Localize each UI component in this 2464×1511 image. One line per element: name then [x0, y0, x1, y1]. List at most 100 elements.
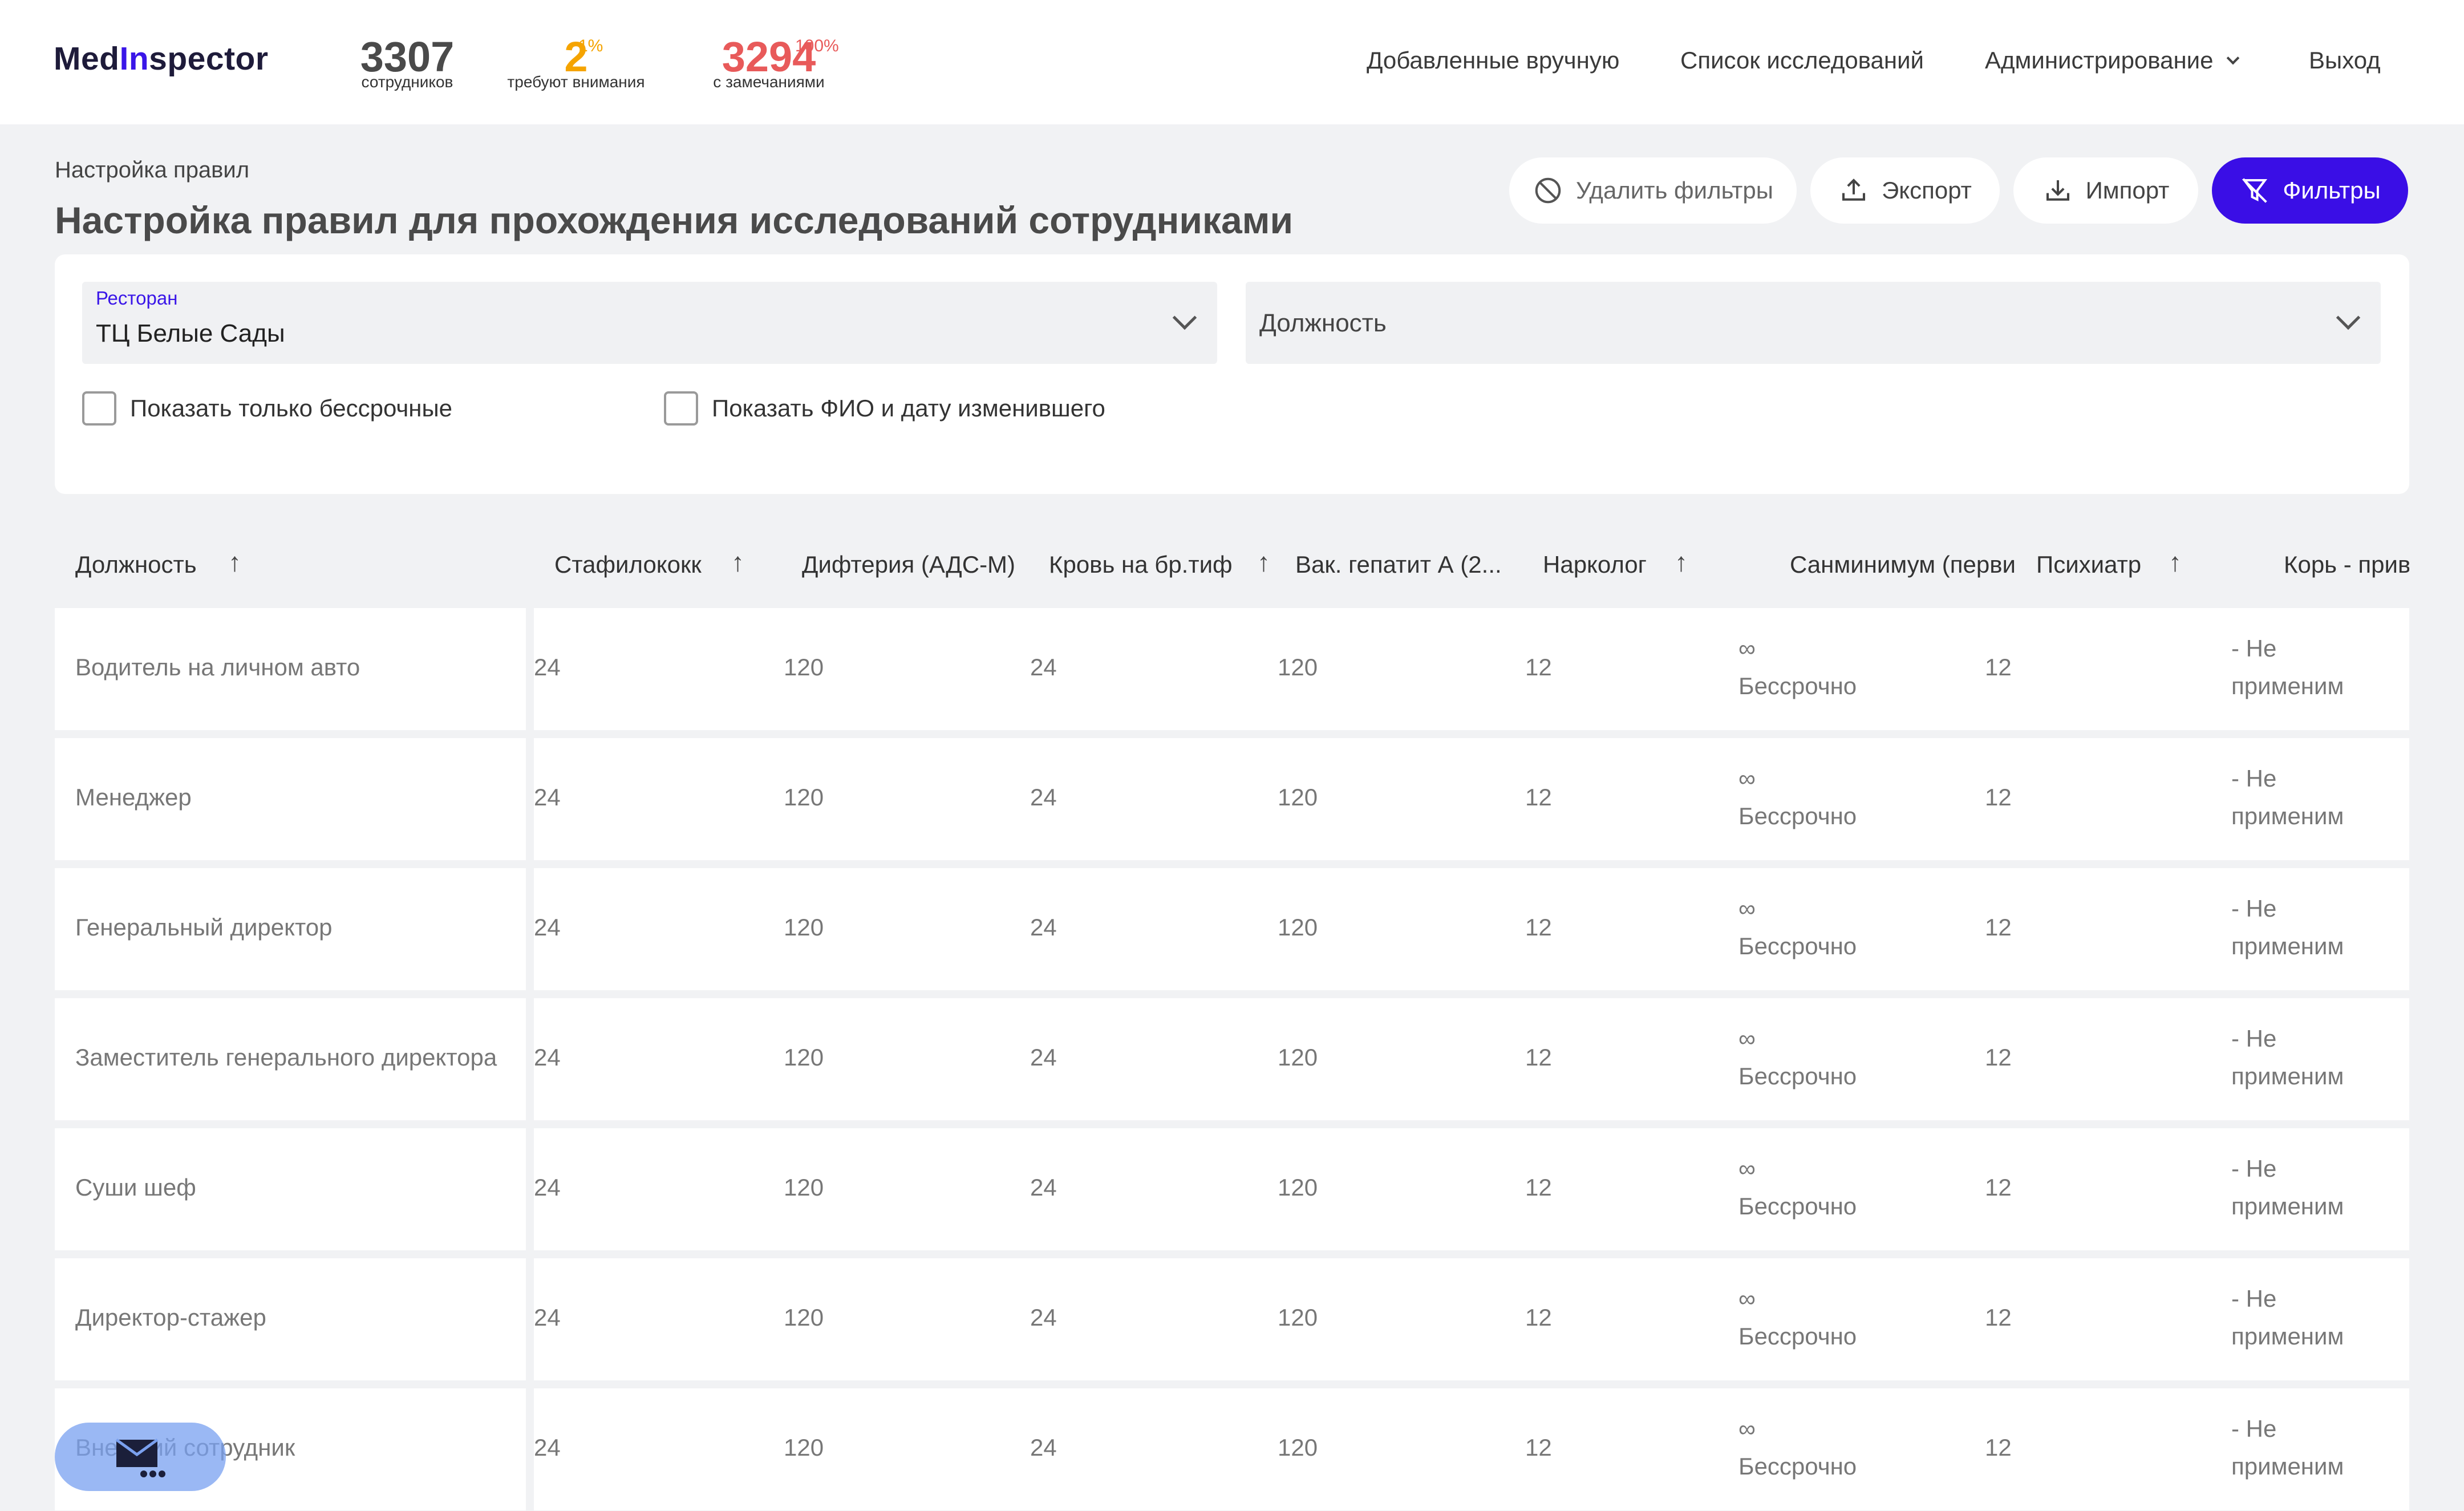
period-value[interactable]: 120	[784, 654, 824, 681]
logo[interactable]: MedInspector	[54, 40, 269, 78]
unlimited-text[interactable]: Бессрочно	[1738, 1188, 1857, 1225]
show-editor-checkbox[interactable]: Показать ФИО и дату изменившего	[664, 391, 1105, 426]
unlimited-text[interactable]: Бессрочно	[1738, 1318, 1857, 1355]
period-value[interactable]: 120	[1278, 784, 1318, 811]
support-chat-button[interactable]	[55, 1423, 226, 1491]
period-value[interactable]: 24	[1030, 784, 1057, 811]
stat-attention[interactable]: 2 1% требуют внимания	[497, 33, 655, 90]
column-header[interactable]: Санминимум (перви	[1790, 551, 2017, 578]
period-value[interactable]: 24	[534, 1434, 561, 1461]
period-value[interactable]: 12	[1985, 654, 2012, 681]
unlimited-text[interactable]: Бессрочно	[1738, 927, 1857, 965]
period-value[interactable]: 12	[1525, 784, 1552, 811]
restaurant-select[interactable]: Ресторан ТЦ Белые Сады	[82, 282, 1217, 364]
period-value[interactable]: 120	[1278, 1174, 1318, 1201]
nav-manual[interactable]: Добавленные вручную	[1367, 47, 1619, 74]
table-row[interactable]: Менеджер 24 120 24 120 12 ∞ Бессрочно 12 - Не прим…	[55, 738, 2409, 860]
period-value[interactable]: 12	[1525, 654, 1552, 681]
sort-arrow-icon[interactable]: ↑	[1257, 546, 1270, 577]
unlimited-text[interactable]: Бессрочно	[1738, 797, 1857, 835]
na-text[interactable]: применим	[2231, 927, 2344, 965]
period-value[interactable]: 24	[534, 1304, 561, 1331]
nav-admin[interactable]: Администрирование	[1985, 47, 2239, 74]
na-text[interactable]: применим	[2231, 797, 2344, 835]
period-value[interactable]: 120	[784, 1434, 824, 1461]
period-value[interactable]: 24	[1030, 1044, 1057, 1071]
column-header[interactable]: Корь - прив	[2284, 551, 2409, 578]
na-text[interactable]: применим	[2231, 1318, 2344, 1355]
period-value[interactable]: 120	[1278, 914, 1318, 941]
period-value[interactable]: 120	[1278, 1044, 1318, 1071]
period-value[interactable]: 24	[1030, 1174, 1057, 1201]
filters-button[interactable]: Фильтры	[2212, 157, 2408, 224]
na-text[interactable]: применим	[2231, 1058, 2344, 1095]
table-row[interactable]: Внешний сотрудник241202412012∞Бессрочно1…	[55, 1388, 2409, 1510]
period-value[interactable]: 24	[534, 784, 561, 811]
period-value[interactable]: 120	[784, 914, 824, 941]
import-button[interactable]: Импорт	[2013, 157, 2198, 224]
column-header[interactable]: Психиатр	[2036, 551, 2150, 578]
table-row[interactable]: Водитель на личном авто 24 120 24 120 12 ∞ Бесс…	[55, 608, 2409, 730]
period-value[interactable]: 12	[1985, 914, 2012, 941]
period-value[interactable]: 12	[1985, 1304, 2012, 1331]
period-value[interactable]: 120	[784, 1304, 824, 1331]
sort-arrow-icon[interactable]: ↑	[2169, 546, 2182, 577]
column-header[interactable]: Вак. гепатит А (2...	[1295, 551, 1506, 578]
na-text[interactable]: применим	[2231, 1448, 2344, 1485]
column-header[interactable]: Стафилококк	[554, 551, 726, 578]
column-header[interactable]: Кровь на бр.тиф	[1049, 551, 1237, 578]
period-value[interactable]: 12	[1525, 1174, 1552, 1201]
position-select[interactable]: Должность	[1246, 282, 2381, 364]
period-value[interactable]: 120	[1278, 654, 1318, 681]
export-button[interactable]: Экспорт	[1810, 157, 2000, 224]
period-value[interactable]: 12	[1525, 914, 1552, 941]
na-text[interactable]: применим	[2231, 667, 2344, 705]
sort-arrow-icon[interactable]: ↑	[228, 546, 241, 577]
period-value[interactable]: 24	[1030, 914, 1057, 941]
table-row[interactable]: Генеральный директор 24 120 24 120 12 ∞ Бессроч…	[55, 868, 2409, 990]
period-value[interactable]: 24	[534, 1174, 561, 1201]
period-value[interactable]: 12	[1985, 1434, 2012, 1461]
period-value[interactable]: 120	[1278, 1304, 1318, 1331]
stat-percent: 1%	[578, 37, 603, 55]
sort-arrow-icon[interactable]: ↑	[731, 546, 744, 577]
table-row[interactable]: Заместитель генерального директора 24 120 2…	[55, 998, 2409, 1120]
nav-logout[interactable]: Выход	[2309, 47, 2381, 74]
table-row[interactable]: Директор-стажер 24 120 24 120 12 ∞ Бессрочно 12 -…	[55, 1258, 2409, 1380]
table-row[interactable]: Суши шеф 24 120 24 120 12 ∞ Бессрочно 12 - Не прим…	[55, 1128, 2409, 1250]
period-value[interactable]: 24	[534, 914, 561, 941]
unlimited-text[interactable]: Бессрочно	[1738, 667, 1857, 705]
nav-study-list[interactable]: Список исследований	[1680, 47, 1924, 74]
period-value[interactable]: 24	[534, 1044, 561, 1071]
period-value[interactable]: 12	[1525, 1304, 1552, 1331]
period-value[interactable]: 12	[1525, 1434, 1552, 1461]
period-value[interactable]: 24	[1030, 654, 1057, 681]
period-value[interactable]: 12	[1525, 1044, 1552, 1071]
period-value[interactable]: 24	[1030, 1304, 1057, 1331]
only-unlimited-checkbox[interactable]: Показать только бессрочные	[82, 391, 452, 426]
stat-remarks[interactable]: 3294 100% с замечаниями	[694, 33, 844, 90]
period-value[interactable]: 120	[1278, 1434, 1318, 1461]
checkbox-box[interactable]	[82, 391, 116, 426]
stat-employees[interactable]: 3307 сотрудников	[355, 33, 460, 90]
breadcrumb[interactable]: Настройка правил	[55, 157, 249, 183]
period-value[interactable]: 24	[1030, 1434, 1057, 1461]
na-text[interactable]: применим	[2231, 1188, 2344, 1225]
checkbox-box[interactable]	[664, 391, 698, 426]
button-label: Импорт	[2085, 177, 2170, 204]
clear-filters-button[interactable]: Удалить фильтры	[1509, 157, 1797, 224]
period-value[interactable]: 12	[1985, 1174, 2012, 1201]
logo-part: spector	[149, 40, 269, 77]
column-header[interactable]: Дифтерия (АДС-М)	[802, 551, 1041, 578]
sort-arrow-icon[interactable]: ↑	[1675, 546, 1688, 577]
period-value[interactable]: 24	[534, 654, 561, 681]
column-header[interactable]: Нарколог	[1543, 551, 1668, 578]
period-value[interactable]: 12	[1985, 784, 2012, 811]
period-value[interactable]: 12	[1985, 1044, 2012, 1071]
period-value[interactable]: 120	[784, 1044, 824, 1071]
period-value[interactable]: 120	[784, 1174, 824, 1201]
unlimited-text[interactable]: Бессрочно	[1738, 1058, 1857, 1095]
unlimited-text[interactable]: Бессрочно	[1738, 1448, 1857, 1485]
column-header-position[interactable]: Должность	[75, 551, 281, 578]
period-value[interactable]: 120	[784, 784, 824, 811]
